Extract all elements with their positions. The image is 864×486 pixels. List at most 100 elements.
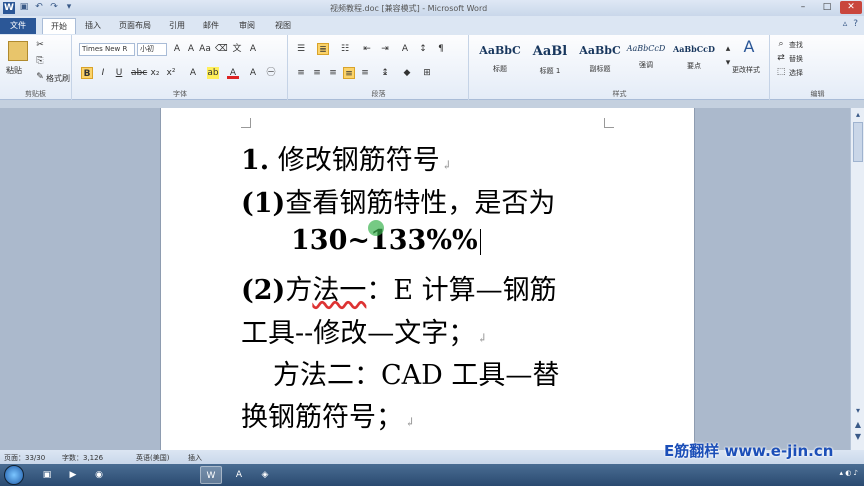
- tab-file[interactable]: 文件: [0, 18, 36, 34]
- tab-page-layout[interactable]: 页面布局: [114, 18, 156, 34]
- format-painter-button[interactable]: 格式刷: [46, 73, 70, 84]
- styles-scroll-up-icon[interactable]: ▴: [722, 43, 734, 55]
- prev-page-icon[interactable]: ▲: [853, 420, 863, 430]
- enclose-char-icon[interactable]: ㊀: [265, 67, 277, 79]
- highlight-icon[interactable]: ab: [207, 67, 219, 79]
- italic-icon[interactable]: I: [97, 67, 109, 79]
- save-icon[interactable]: ▣: [19, 2, 29, 13]
- word-task-icon[interactable]: W: [200, 466, 222, 484]
- autocad-task-icon[interactable]: A: [228, 466, 250, 484]
- multilevel-list-icon[interactable]: ☷: [339, 43, 351, 55]
- redo-icon[interactable]: ↷: [49, 2, 59, 13]
- app-task-icon[interactable]: ◈: [254, 466, 276, 484]
- style-title[interactable]: AaBbC 标题: [476, 40, 524, 80]
- paste-button[interactable]: 粘贴: [6, 65, 22, 76]
- help-icon[interactable]: ?: [853, 19, 858, 29]
- style-sample: AaBbC: [479, 44, 521, 57]
- format-painter-icon[interactable]: ✎: [34, 71, 46, 83]
- copy-icon[interactable]: ⎘: [34, 55, 46, 67]
- align-left-icon[interactable]: ≡: [295, 67, 307, 79]
- scroll-down-icon[interactable]: ▾: [853, 406, 863, 416]
- undo-icon[interactable]: ↶: [34, 2, 44, 13]
- word-count[interactable]: 字数：3,126: [62, 453, 103, 463]
- minimize-icon[interactable]: –: [792, 1, 814, 14]
- change-styles-icon[interactable]: A: [738, 39, 760, 61]
- select-button[interactable]: 选择: [789, 68, 803, 78]
- tab-references[interactable]: 引用: [164, 18, 190, 34]
- media-player-icon[interactable]: ▶: [62, 466, 84, 484]
- bold-icon[interactable]: B: [81, 67, 93, 79]
- style-heading1[interactable]: AaBl 标题 1: [526, 40, 574, 80]
- next-page-icon[interactable]: ▼: [853, 432, 863, 442]
- show-marks-icon[interactable]: ¶: [435, 43, 447, 55]
- document-page[interactable]: 1. 修改钢筋符号 ↲ (1)查看钢筋特性，是否为 130~133%% (2)方法…: [160, 108, 695, 450]
- customize-icon[interactable]: ▾: [64, 2, 74, 13]
- clear-format-icon[interactable]: ⌫: [215, 43, 228, 55]
- start-button[interactable]: [4, 465, 24, 485]
- phonetic-guide-icon[interactable]: 文: [231, 43, 243, 55]
- text-effects-icon[interactable]: A: [187, 67, 199, 79]
- cut-icon[interactable]: ✂: [34, 39, 46, 51]
- find-button[interactable]: 查找: [789, 40, 803, 50]
- char-shading-icon[interactable]: A: [247, 67, 259, 79]
- paste-icon[interactable]: [8, 41, 28, 61]
- tab-insert[interactable]: 插入: [80, 18, 106, 34]
- underline-icon[interactable]: U: [113, 67, 125, 79]
- strikethrough-icon[interactable]: abc: [131, 67, 147, 79]
- sort-icon[interactable]: ↕: [417, 43, 429, 55]
- close-icon[interactable]: ✕: [840, 1, 862, 14]
- subscript-icon[interactable]: x₂: [149, 67, 161, 79]
- align-right-icon[interactable]: ≡: [327, 67, 339, 79]
- line-spacing-icon[interactable]: ↨: [379, 67, 391, 79]
- shading-icon[interactable]: ◆: [401, 67, 413, 79]
- clipboard-group-label: 剪贴板: [25, 90, 46, 98]
- scroll-thumb[interactable]: [853, 122, 863, 162]
- tab-review[interactable]: 审阅: [234, 18, 260, 34]
- style-name: 副标题: [589, 65, 611, 73]
- system-tray[interactable]: ▴ ◐ ♪: [839, 469, 858, 477]
- text-caret: [479, 228, 481, 255]
- tab-mailings[interactable]: 邮件: [198, 18, 224, 34]
- browser-icon[interactable]: ◉: [88, 466, 110, 484]
- change-case-icon[interactable]: Aa: [199, 43, 211, 55]
- font-color-icon[interactable]: A: [227, 67, 239, 79]
- line-text: 130~133%%: [291, 225, 478, 256]
- tab-view[interactable]: 视图: [270, 18, 296, 34]
- select-icon[interactable]: ⬚: [775, 66, 787, 78]
- style-name: 要点: [687, 62, 701, 70]
- borders-icon[interactable]: ⊞: [421, 67, 433, 79]
- style-emphasis[interactable]: AaBbCcD 强调: [622, 40, 670, 80]
- change-styles-button[interactable]: 更改样式: [732, 65, 760, 75]
- style-subtitle[interactable]: AaBbC 副标题: [576, 40, 624, 80]
- page-count[interactable]: 页面：33/30: [4, 453, 45, 463]
- chinese-layout-icon[interactable]: A: [399, 43, 411, 55]
- decrease-indent-icon[interactable]: ⇤: [361, 43, 373, 55]
- bullets-icon[interactable]: ☰: [295, 43, 307, 55]
- find-icon[interactable]: ⌕: [775, 38, 787, 50]
- align-center-icon[interactable]: ≡: [311, 67, 323, 79]
- superscript-icon[interactable]: x²: [165, 67, 177, 79]
- insert-mode[interactable]: 插入: [188, 453, 202, 463]
- explorer-icon[interactable]: ▣: [36, 466, 58, 484]
- scroll-up-icon[interactable]: ▴: [853, 110, 863, 120]
- distributed-icon[interactable]: ≡: [359, 67, 371, 79]
- minimize-ribbon-icon[interactable]: ▵: [843, 19, 848, 29]
- tab-home[interactable]: 开始: [42, 18, 76, 34]
- style-sample: AaBbCcD: [673, 44, 715, 54]
- style-strong[interactable]: AaBbCcD 要点: [670, 40, 718, 80]
- language-indicator[interactable]: 英语(美国): [136, 453, 169, 463]
- grow-font-icon[interactable]: A: [171, 43, 183, 55]
- numbering-icon[interactable]: ≣: [317, 43, 329, 55]
- replace-icon[interactable]: ⇄: [775, 52, 787, 64]
- char-border-icon[interactable]: A: [247, 43, 259, 55]
- word-app-icon[interactable]: W: [3, 2, 15, 14]
- maximize-icon[interactable]: □: [816, 1, 838, 14]
- font-name-combo[interactable]: Times New R: [79, 43, 135, 56]
- justify-icon[interactable]: ≡: [343, 67, 355, 79]
- shrink-font-icon[interactable]: A: [185, 43, 197, 55]
- increase-indent-icon[interactable]: ⇥: [379, 43, 391, 55]
- font-size-combo[interactable]: 小初: [137, 43, 167, 56]
- doc-line-2: (1)查看钢筋特性，是否为: [241, 181, 555, 220]
- vertical-scrollbar[interactable]: ▴ ▾ ▲ ▼: [850, 108, 864, 450]
- replace-button[interactable]: 替换: [789, 54, 803, 64]
